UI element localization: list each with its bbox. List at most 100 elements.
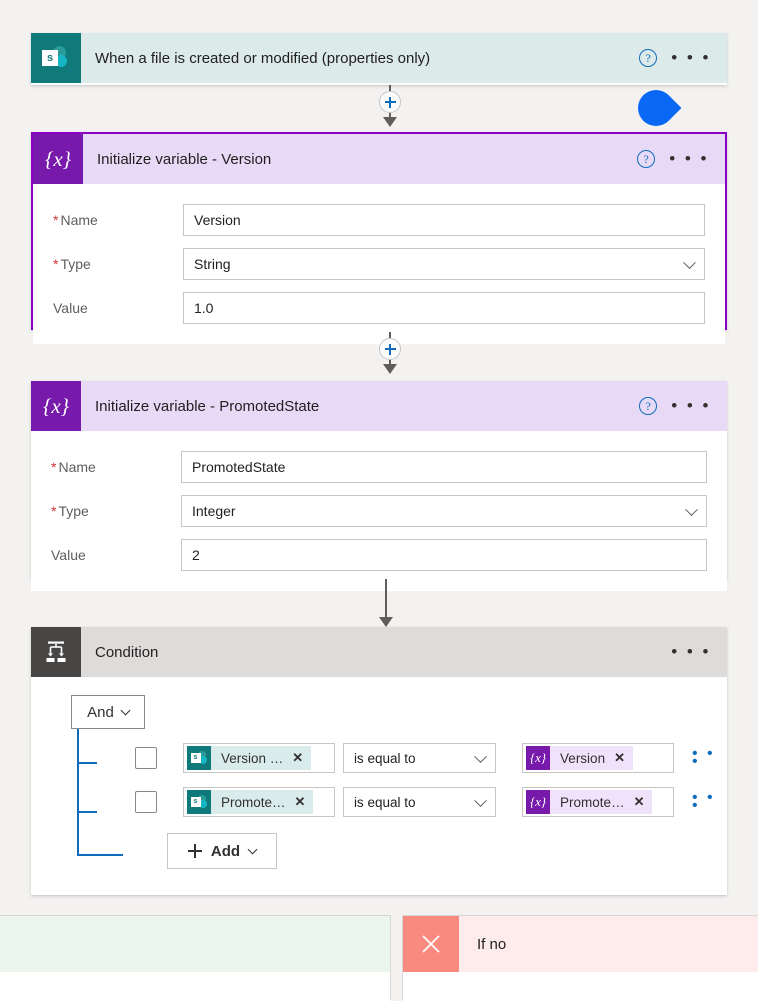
row-checkbox[interactable] <box>135 791 157 813</box>
sharepoint-icon: s <box>187 746 211 770</box>
sharepoint-letter: s <box>42 50 58 66</box>
remove-token-icon[interactable]: ✕ <box>634 794 645 810</box>
branch-yes-body <box>0 972 390 1001</box>
condition-row: s Promote… ✕ is equal to {x} Promote… ✕ … <box>135 787 727 817</box>
field-label-value: Value <box>53 300 88 316</box>
name-input[interactable]: Version <box>183 204 705 236</box>
cursor-pointer-icon <box>630 82 682 134</box>
add-button-label: Add <box>210 842 241 860</box>
remove-token-icon[interactable]: ✕ <box>614 750 625 766</box>
condition-more-button[interactable]: • • • <box>671 643 711 660</box>
action-more-button[interactable]: • • • <box>671 397 711 414</box>
left-operand-field[interactable]: s Promote… ✕ <box>183 787 335 817</box>
token-chip[interactable]: s Version … ✕ <box>187 746 312 770</box>
field-label-name: * Name <box>53 212 98 228</box>
action-card-initialize-promotedstate[interactable]: {x} Initialize variable - PromotedState … <box>31 381 727 591</box>
plus-icon <box>187 844 202 858</box>
form-row-name: * Name PromotedState <box>51 451 707 483</box>
row-more-button[interactable]: • • • <box>692 746 727 770</box>
trigger-header[interactable]: s When a file is created or modified (pr… <box>31 33 727 83</box>
close-x-icon <box>403 916 459 972</box>
value-input[interactable]: 1.0 <box>183 292 705 324</box>
branch-no-label: If no <box>477 935 507 953</box>
insert-step-button-1[interactable] <box>379 91 401 113</box>
connector-1 <box>379 85 401 127</box>
variable-braces-icon: {x} <box>526 746 551 770</box>
branch-yes-header[interactable] <box>0 916 390 972</box>
operator-select[interactable]: is equal to <box>342 743 497 773</box>
variable-braces-icon: {x} <box>31 381 81 431</box>
row-more-button[interactable]: • • • <box>692 790 727 814</box>
operator-select[interactable]: is equal to <box>342 787 497 817</box>
form-row-value: Value 2 <box>51 539 707 571</box>
token-label: Promote… <box>221 794 286 810</box>
field-label-value: Value <box>51 547 86 563</box>
token-chip[interactable]: {x} Version ✕ <box>526 746 633 770</box>
flow-designer-canvas: s When a file is created or modified (pr… <box>0 0 758 1001</box>
trigger-more-button[interactable]: • • • <box>671 49 711 66</box>
action-header[interactable]: {x} Initialize variable - Version ? • • … <box>33 134 725 184</box>
condition-tree-stub <box>77 811 97 813</box>
type-select[interactable]: Integer <box>181 495 707 527</box>
operator-label: is equal to <box>353 750 416 766</box>
field-label-type: * Type <box>53 256 91 272</box>
remove-token-icon[interactable]: ✕ <box>295 794 306 810</box>
arrow-icon <box>383 117 397 127</box>
help-icon[interactable]: ? <box>639 397 658 415</box>
form-row-type: * Type String <box>53 248 705 280</box>
chevron-down-icon <box>247 844 258 854</box>
connector-2 <box>379 332 401 374</box>
sharepoint-icon: s <box>187 790 211 814</box>
token-chip[interactable]: s Promote… ✕ <box>187 790 314 814</box>
trigger-card[interactable]: s When a file is created or modified (pr… <box>31 33 727 85</box>
action-card-initialize-version[interactable]: {x} Initialize variable - Version ? • • … <box>31 132 727 344</box>
action-header[interactable]: {x} Initialize variable - PromotedState … <box>31 381 727 431</box>
form-row-name: * Name Version <box>53 204 705 236</box>
arrow-icon <box>379 617 393 627</box>
chevron-down-icon <box>683 256 696 270</box>
right-operand-field[interactable]: {x} Version ✕ <box>522 743 674 773</box>
left-operand-field[interactable]: s Version … ✕ <box>183 743 335 773</box>
braces-glyph: {x} <box>44 146 72 171</box>
help-icon[interactable]: ? <box>637 150 656 168</box>
type-select[interactable]: String <box>183 248 705 280</box>
field-label-type: * Type <box>51 503 89 519</box>
row-checkbox[interactable] <box>135 747 157 769</box>
sharepoint-icon: s <box>31 33 81 83</box>
logic-operator-select[interactable]: And <box>71 695 145 729</box>
condition-row: s Version … ✕ is equal to {x} Version ✕ … <box>135 743 727 773</box>
token-chip[interactable]: {x} Promote… ✕ <box>526 790 653 814</box>
action-more-button[interactable]: • • • <box>669 150 709 167</box>
help-icon[interactable]: ? <box>639 49 658 67</box>
token-label: Version <box>560 750 606 766</box>
condition-icon <box>31 627 81 677</box>
branch-if-yes[interactable] <box>0 915 391 1001</box>
chevron-down-icon <box>685 503 698 517</box>
insert-step-button-2[interactable] <box>379 338 401 360</box>
token-label: Version … <box>221 750 284 766</box>
form-row-type: * Type Integer <box>51 495 707 527</box>
chevron-down-icon <box>120 705 131 715</box>
operator-label: is equal to <box>353 794 416 810</box>
connector-3 <box>379 579 393 627</box>
logic-operator-label: And <box>87 703 114 721</box>
condition-tree-stub <box>77 762 97 764</box>
value-input[interactable]: 2 <box>181 539 707 571</box>
braces-glyph: {x} <box>42 393 70 418</box>
condition-title: Condition <box>95 643 159 661</box>
branch-if-no[interactable]: If no <box>402 915 758 1001</box>
action-title: Initialize variable - PromotedState <box>95 397 320 415</box>
condition-card[interactable]: Condition • • • And s Version … ✕ is equ… <box>31 627 727 895</box>
right-operand-field[interactable]: {x} Promote… ✕ <box>522 787 674 817</box>
variable-braces-icon: {x} <box>33 134 83 184</box>
name-input[interactable]: PromotedState <box>181 451 707 483</box>
chevron-down-icon <box>474 794 487 808</box>
branch-no-header[interactable]: If no <box>403 916 758 972</box>
action-body: * Name PromotedState * Type Integer Value … <box>31 431 727 591</box>
branch-no-body <box>403 972 758 1001</box>
condition-header[interactable]: Condition • • • <box>31 627 727 677</box>
remove-token-icon[interactable]: ✕ <box>292 750 303 766</box>
condition-tree-line <box>77 729 79 854</box>
add-condition-button[interactable]: Add <box>167 833 277 869</box>
action-title: Initialize variable - Version <box>97 150 272 168</box>
